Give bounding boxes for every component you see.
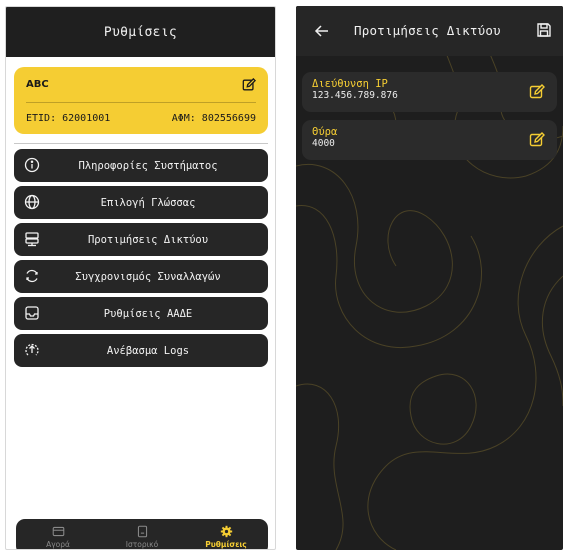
network-preferences-screen: Προτιμήσεις Δικτύου Διεύθυνση IP 123.456…: [296, 6, 563, 550]
divider: [14, 143, 268, 144]
menu-item-language[interactable]: Επιλογή Γλώσσας: [14, 186, 268, 219]
page-title: Προτιμήσεις Δικτύου: [354, 23, 501, 38]
merchant-card: ABC ETID: 62001001 ΑΦΜ: 802556699: [14, 67, 268, 134]
sync-icon: [26, 269, 38, 283]
field-label: Θύρα: [312, 126, 338, 138]
settings-screen: Ρυθμίσεις ABC ETID: 62001001 ΑΦΜ: 802556…: [5, 6, 276, 550]
gear-icon: [220, 525, 232, 538]
menu-item-upload-logs[interactable]: Ανέβασμα Logs: [14, 334, 268, 367]
merchant-name: ABC: [26, 79, 49, 90]
field-value: 123.456.789.876: [312, 90, 398, 101]
port-field[interactable]: Θύρα 4000: [302, 120, 557, 160]
edit-icon[interactable]: [242, 77, 256, 92]
card-icon: [52, 526, 64, 537]
menu-item-label: Ρυθμίσεις ΑΑΔΕ: [103, 307, 193, 320]
etid-value: ETID: 62001001: [26, 112, 111, 124]
inbox-icon: [25, 306, 39, 320]
menu-item-aade[interactable]: Ρυθμίσεις ΑΑΔΕ: [14, 297, 268, 330]
menu-item-label: Πληροφορίες Συστήματος: [78, 159, 218, 172]
field-label: Διεύθυνση IP: [312, 78, 388, 90]
nav-label: Ιστορικό: [125, 540, 159, 549]
menu-item-network[interactable]: Προτιμήσεις Δικτύου: [14, 223, 268, 256]
back-arrow-icon[interactable]: [314, 23, 330, 39]
globe-icon: [24, 194, 40, 210]
save-icon[interactable]: [536, 22, 552, 38]
upload-icon: [25, 343, 39, 356]
settings-menu: Πληροφορίες Συστήματος Επιλογή Γλώσσας Π…: [14, 149, 268, 371]
afm-value: ΑΦΜ: 802556699: [171, 112, 256, 124]
nav-item-settings[interactable]: Ρυθμίσεις: [191, 525, 261, 549]
info-icon: [24, 157, 40, 173]
ip-address-field[interactable]: Διεύθυνση IP 123.456.789.876: [302, 72, 557, 112]
field-value: 4000: [312, 138, 335, 149]
menu-item-label: Ανέβασμα Logs: [106, 344, 190, 357]
settings-header: Ρυθμίσεις: [6, 7, 275, 57]
edit-icon[interactable]: [529, 84, 545, 100]
server-icon: [25, 232, 39, 247]
nav-item-purchase[interactable]: Αγορά: [23, 525, 93, 549]
menu-item-label: Επιλογή Γλώσσας: [100, 196, 196, 209]
nav-item-history[interactable]: Ιστορικό: [107, 525, 177, 549]
menu-item-sync[interactable]: Συγχρονισμός Συναλλαγών: [14, 260, 268, 293]
bottom-nav: Αγορά Ιστορικό Ρυθμίσεις: [16, 519, 268, 549]
nav-label: Αγορά: [46, 540, 70, 549]
menu-item-label: Προτιμήσεις Δικτύου: [87, 233, 209, 246]
menu-item-label: Συγχρονισμός Συναλλαγών: [75, 270, 221, 283]
menu-item-system-info[interactable]: Πληροφορίες Συστήματος: [14, 149, 268, 182]
network-header: Προτιμήσεις Δικτύου: [296, 6, 563, 56]
nav-label: Ρυθμίσεις: [205, 540, 247, 549]
receipt-icon: [137, 525, 147, 538]
edit-icon[interactable]: [529, 132, 545, 148]
page-title: Ρυθμίσεις: [103, 24, 178, 40]
